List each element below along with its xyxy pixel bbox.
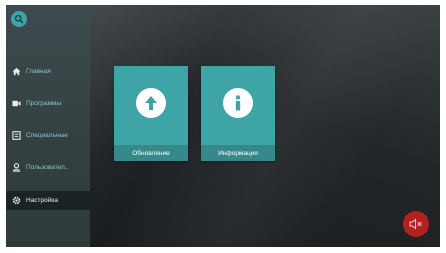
mute-button[interactable] [403,211,429,237]
main-panel: Обновление Информация [90,5,440,247]
update-tile[interactable]: Обновление [114,66,188,161]
info-tile[interactable]: Информация [201,66,275,161]
info-icon [223,88,253,118]
sidebar-item-label: Настройка [26,197,58,204]
search-icon [14,14,24,24]
sidebar-item-programs[interactable]: Программы [6,94,90,113]
sidebar-item-special[interactable]: Специальные [6,126,90,145]
sidebar-item-label: Главная [26,68,51,75]
sidebar-item-label: Программы [26,100,62,107]
sidebar-item-label: Пользовател.. [26,164,69,171]
sidebar-item-settings[interactable]: Настройка [6,191,90,210]
user-icon [11,163,21,173]
special-icon [11,131,21,141]
programs-icon [11,99,21,109]
speaker-muted-icon [409,218,422,230]
gear-icon [11,196,21,206]
info-tile-label: Информация [201,145,275,161]
sidebar-item-home[interactable]: Главная [6,62,90,81]
search-button[interactable] [11,11,27,27]
sidebar-item-label: Специальные [26,132,68,139]
update-tile-label: Обновление [114,145,188,161]
tv-screen: Главная Программы Специальные Пользовате… [6,5,440,247]
home-icon [11,67,21,77]
sidebar: Главная Программы Специальные Пользовате… [6,5,90,247]
sidebar-item-users[interactable]: Пользовател.. [6,158,90,177]
arrow-up-icon [136,88,166,118]
